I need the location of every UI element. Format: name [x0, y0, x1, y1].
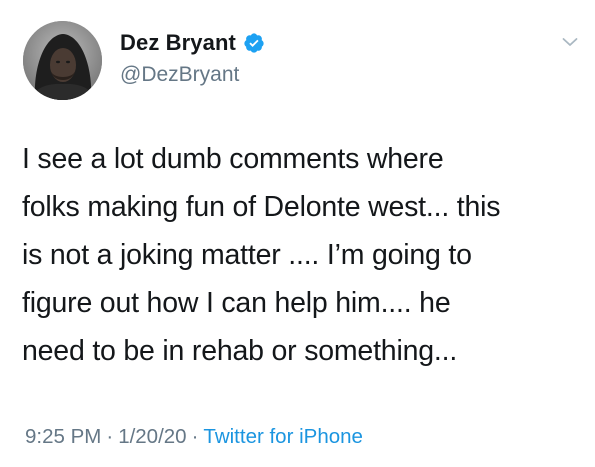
tweet-card: Dez Bryant @DezBryant I see a lot dumb c…: [0, 0, 595, 467]
chevron-down-icon[interactable]: [562, 36, 578, 48]
tweet-text-line: I see a lot dumb comments where: [22, 143, 444, 175]
meta-separator: ·: [191, 425, 199, 448]
tweet-source-link[interactable]: Twitter for iPhone: [203, 425, 363, 448]
tweet-text: I see a lot dumb comments where folks ma…: [22, 135, 582, 375]
tweet-text-line: is not a joking matter .... I’m going to: [22, 239, 472, 271]
tweet-text-line: need to be in rehab or something...: [22, 335, 458, 367]
name-row: Dez Bryant: [120, 28, 265, 58]
avatar[interactable]: [23, 21, 102, 100]
avatar-image: [23, 21, 102, 100]
tweet-text-line: figure out how I can help him.... he: [22, 287, 451, 319]
tweet-time[interactable]: 9:25 PM: [25, 425, 101, 448]
tweet-date[interactable]: 1/20/20: [118, 425, 186, 448]
meta-separator: ·: [106, 425, 114, 448]
display-name[interactable]: Dez Bryant: [120, 30, 236, 56]
user-handle[interactable]: @DezBryant: [120, 63, 239, 87]
tweet-meta: 9:25 PM · 1/20/20 · Twitter for iPhone: [25, 425, 363, 449]
tweet-text-line: folks making fun of Delonte west... this: [22, 191, 501, 223]
verified-badge-icon: [243, 32, 265, 54]
